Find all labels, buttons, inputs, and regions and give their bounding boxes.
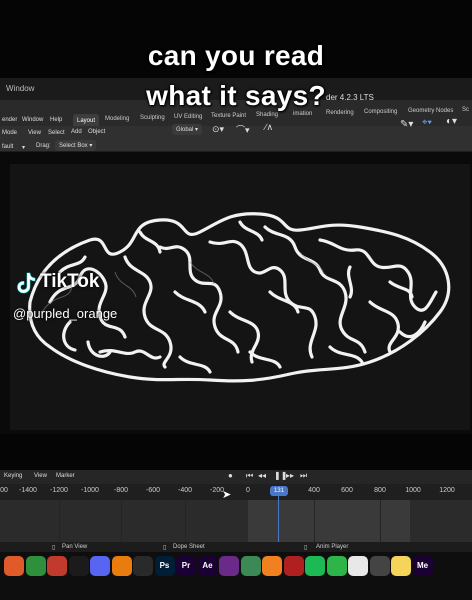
timeline-menu-marker[interactable]: Marker (56, 473, 75, 479)
current-frame[interactable]: 131 (270, 486, 288, 496)
caption-line-1: can you read (147, 40, 325, 71)
chrome-icon[interactable] (25, 556, 46, 576)
timeline-menu-view[interactable]: View (34, 473, 47, 479)
tick-label: 600 (341, 487, 353, 494)
fl-studio-icon[interactable] (262, 556, 282, 576)
tick-label: -1000 (81, 487, 99, 494)
premiere-icon[interactable]: Pr (176, 556, 196, 576)
tick-label: 800 (374, 487, 386, 494)
playhead[interactable] (278, 496, 279, 542)
menu-window[interactable]: Window (22, 117, 43, 123)
object-menu[interactable]: Object (88, 129, 105, 135)
grid-line (59, 500, 60, 542)
mouse-icon: ▯ (304, 545, 308, 551)
messages-icon[interactable] (326, 556, 347, 576)
grid-line (380, 500, 381, 542)
notes-icon[interactable] (391, 556, 411, 576)
calendar-icon[interactable] (348, 556, 368, 576)
status-anim-player: Anim Player (316, 544, 349, 550)
frame-range (248, 500, 410, 542)
tiktok-handle: @purpled_orange (13, 306, 118, 321)
tick-label: -400 (177, 487, 193, 494)
dropdown-chevron-icon[interactable]: ▾ (22, 144, 25, 151)
menu-render[interactable]: ender (2, 117, 17, 123)
mouse-icon: ▯ (163, 545, 167, 551)
maze-pattern-mesh (28, 212, 451, 383)
proportional-icon[interactable]: ∕∧ (265, 122, 273, 133)
tiktok-watermark: TikTok (40, 271, 100, 292)
menu-help[interactable]: Help (50, 117, 62, 123)
aftereffects-icon[interactable]: Ae (197, 556, 218, 576)
status-dope-sheet: Dope Sheet (173, 544, 205, 550)
tick-label: -1200 (50, 487, 68, 494)
jump-start-icon[interactable]: ⏮ (246, 471, 253, 481)
drag-value: Select Box (59, 143, 88, 149)
app-icon-2[interactable] (283, 556, 304, 576)
launchpad-icon[interactable] (369, 556, 390, 576)
pivot-icon[interactable]: ⊙▾ (212, 124, 224, 135)
discord-icon[interactable] (90, 556, 110, 576)
tick-label: 0 (246, 487, 250, 494)
tiktok-logo-icon (17, 272, 36, 294)
shading-icon[interactable]: ◐▾ (446, 116, 457, 127)
mode-menu[interactable]: Mode (2, 130, 17, 136)
3d-viewport[interactable] (0, 152, 472, 434)
photos-icon[interactable] (4, 556, 24, 576)
overlay-icon[interactable]: ✎▾ (400, 119, 413, 130)
view-menu[interactable]: View (28, 130, 41, 136)
substance-icon[interactable] (240, 556, 261, 576)
affinity-icon[interactable] (219, 556, 239, 576)
app-icon[interactable] (47, 556, 67, 576)
timeline-ruler[interactable] (0, 484, 472, 500)
tick-label: -1400 (19, 487, 37, 494)
gizmo-icon[interactable]: ⌖▾ (422, 117, 432, 128)
record-icon[interactable]: ● (228, 471, 233, 480)
preset-dropdown[interactable]: fault (2, 144, 13, 150)
jump-end-icon[interactable]: ⏭ (300, 471, 307, 481)
timeline-menu-keying[interactable]: Keying (4, 473, 22, 479)
tick-label: 400 (308, 487, 320, 494)
caption-line-2: what it says? (146, 80, 326, 111)
tick-label: 00 (0, 487, 8, 494)
mouse-icon: ▯ (52, 545, 56, 551)
grid-line (185, 500, 186, 542)
photoshop-icon[interactable]: Ps (154, 556, 175, 576)
tick-label: -800 (113, 487, 129, 494)
tick-label: 1000 (405, 487, 421, 494)
drag-label: Drag: (36, 143, 51, 149)
mouse-cursor-icon: ➤ (222, 489, 232, 501)
orientation-dropdown[interactable]: Global ▾ (172, 124, 203, 135)
tick-label: -600 (145, 487, 161, 494)
prev-keyframe-icon[interactable]: ◂◂ (258, 471, 266, 480)
media-encoder-icon[interactable]: Me (412, 556, 433, 576)
snap-icon[interactable]: ⌒▾ (236, 123, 250, 136)
davinci-icon[interactable] (133, 556, 153, 576)
blender-icon[interactable] (111, 556, 132, 576)
tick-label: 1200 (439, 487, 455, 494)
tab-sculpting[interactable]: Sculpting (136, 111, 169, 127)
orientation-value: Global (176, 127, 194, 133)
grid-line (121, 500, 122, 542)
select-menu[interactable]: Select (48, 130, 65, 136)
status-pan-view: Pan View (62, 544, 88, 550)
spotify-icon[interactable] (305, 556, 325, 576)
grid-line (314, 500, 315, 542)
drag-dropdown[interactable]: Select Box ▾ (55, 140, 97, 151)
add-menu[interactable]: Add (71, 129, 82, 135)
next-keyframe-icon[interactable]: ▸▸ (286, 471, 294, 480)
music-icon[interactable] (68, 556, 89, 576)
